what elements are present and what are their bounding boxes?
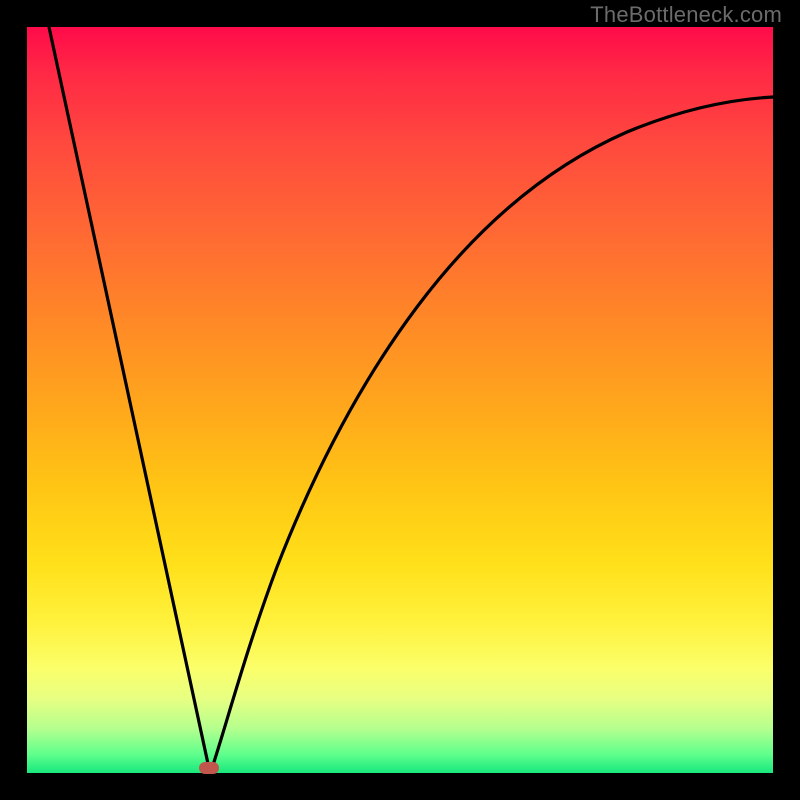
bottleneck-marker xyxy=(199,762,219,774)
bottleneck-curve xyxy=(27,27,773,773)
chart-frame: TheBottleneck.com xyxy=(0,0,800,800)
plot-area xyxy=(27,27,773,773)
watermark-text: TheBottleneck.com xyxy=(590,2,782,28)
curve-path xyxy=(49,27,773,773)
